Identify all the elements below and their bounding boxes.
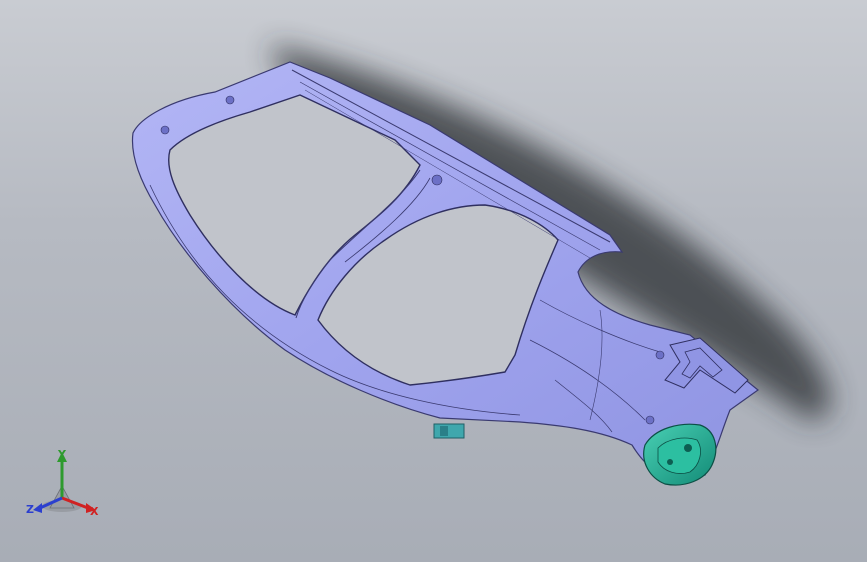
cad-model-scene[interactable] [0, 0, 867, 562]
triad-y-label: Y [58, 448, 66, 461]
fastener-hole [225, 95, 235, 105]
fastener-hole [431, 174, 443, 186]
graphics-viewport[interactable]: Y Z X [0, 0, 867, 562]
triad-x-label: X [90, 505, 99, 518]
sill-bracket-detail [440, 426, 448, 436]
orientation-triad[interactable]: Y Z X [26, 448, 106, 522]
taillight-hole [684, 444, 692, 452]
taillight-inner [657, 437, 701, 474]
fastener-hole [160, 125, 170, 135]
fastener-hole [655, 350, 665, 360]
taillight-hole-2 [667, 459, 673, 465]
triad-z-label: Z [26, 503, 34, 516]
sill-bracket[interactable] [433, 423, 465, 439]
fastener-hole [645, 415, 655, 425]
